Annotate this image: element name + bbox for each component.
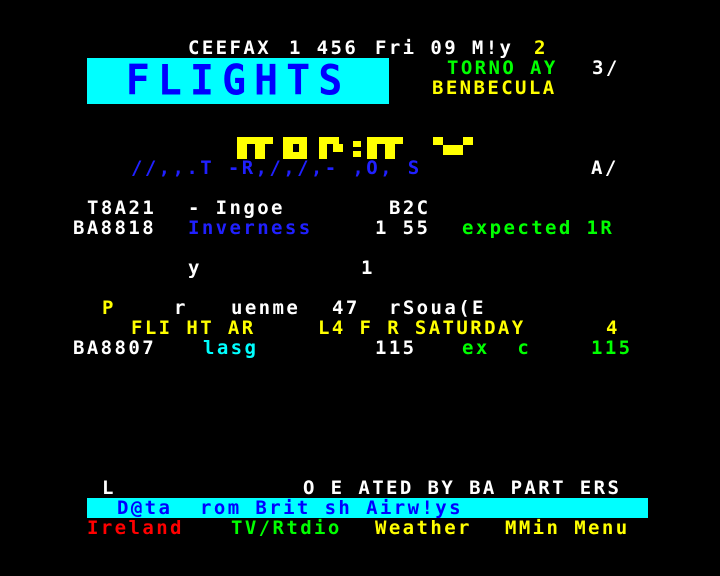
saturday-header-left: FLI HT AR bbox=[131, 317, 256, 339]
flight-time: 115 bbox=[375, 337, 417, 359]
flight-number: T8A21 bbox=[87, 197, 157, 219]
route-to: BENBECULA bbox=[432, 77, 557, 99]
fastext-red-link[interactable]: Ireland bbox=[87, 518, 184, 538]
flight-status-time: 115 bbox=[591, 337, 633, 359]
notice-tail: rSoua(E bbox=[389, 297, 486, 319]
day-mosaic-graphic bbox=[237, 137, 473, 159]
route-page-of: 3/ bbox=[592, 57, 620, 79]
saturday-header-right: 4 bbox=[606, 317, 620, 339]
flight-status: ex c bbox=[462, 337, 532, 359]
flight-time: 1 55 bbox=[375, 217, 431, 239]
column-header-right: A/ bbox=[591, 157, 619, 179]
teletext-screen: CEEFAX 1 456 Fri 09 M!y 2 FLIGHTS TORNO … bbox=[0, 0, 720, 576]
route-from: TORNO AY bbox=[447, 57, 558, 79]
notice-p: P bbox=[102, 297, 116, 319]
flight-number: BA8807 bbox=[73, 337, 157, 359]
notice-r: r bbox=[174, 297, 188, 319]
fastext-cyan-link[interactable]: MMin Menu bbox=[505, 518, 630, 538]
notice-number: 47 bbox=[332, 297, 360, 319]
flight-status: expected 1R bbox=[462, 217, 615, 239]
service-name: CEEFAX bbox=[188, 37, 272, 59]
misc-right: 1 bbox=[361, 257, 375, 279]
flights-banner: FLIGHTS bbox=[87, 56, 389, 106]
page-number: 1 456 bbox=[289, 37, 359, 59]
footer-operated-by: O E ATED BY BA PART ERS bbox=[303, 477, 622, 499]
footer-l: L bbox=[102, 477, 116, 499]
flight-number: BA8818 bbox=[73, 217, 157, 239]
notice-mid: uenme bbox=[231, 297, 301, 319]
misc-left: y bbox=[188, 257, 202, 279]
flight-place: - Ingoe bbox=[188, 197, 285, 219]
subpage-number: 2 bbox=[534, 37, 548, 59]
data-credit-text: D@ta rom Brit sh Airw!ys bbox=[117, 497, 463, 519]
flight-place: Inverness bbox=[188, 217, 313, 239]
date-time: Fri 09 M!y bbox=[375, 37, 514, 59]
flight-place: lasg bbox=[203, 337, 259, 359]
flight-time: B2C bbox=[389, 197, 431, 219]
data-credit-bar: D@ta rom Brit sh Airw!ys bbox=[87, 498, 648, 518]
fastext-green-link[interactable]: TV/Rtdio bbox=[231, 518, 342, 538]
banner-title: FLIGHTS bbox=[125, 56, 351, 106]
saturday-header-title: L4 F R SATURDAY bbox=[318, 317, 526, 339]
column-header-row: //,,.T -R,/,/,- ,O, S bbox=[131, 157, 422, 179]
fastext-yellow-link[interactable]: Weather bbox=[375, 518, 472, 538]
